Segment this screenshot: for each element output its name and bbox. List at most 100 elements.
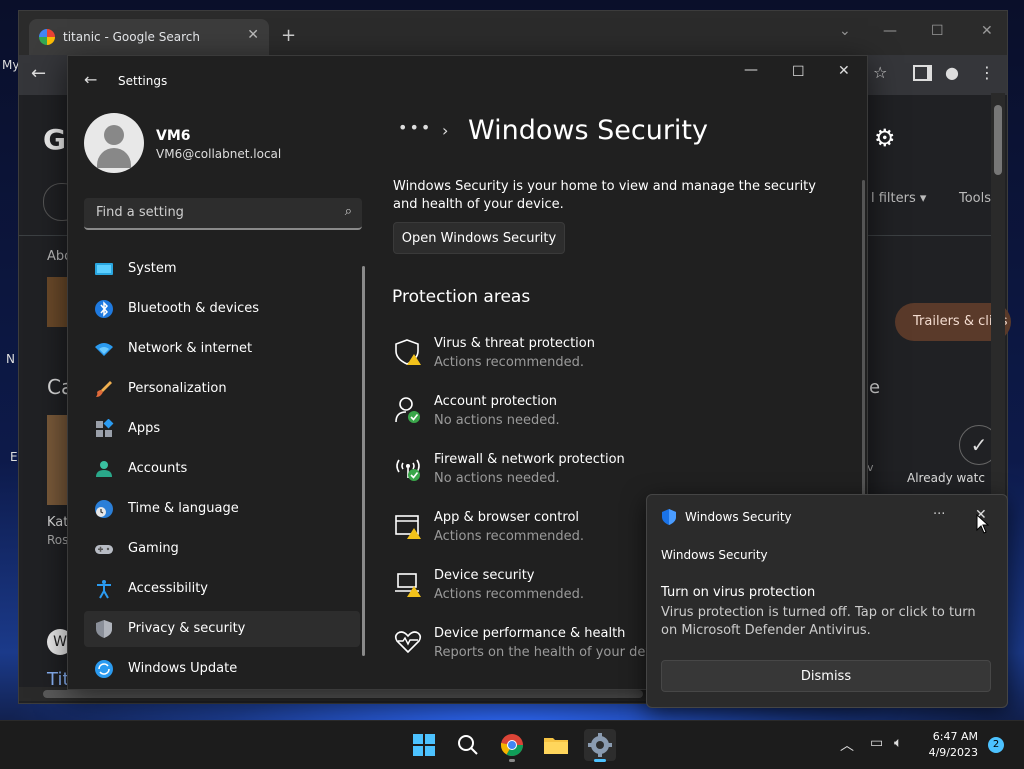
search-input[interactable]	[94, 204, 328, 221]
running-indicator	[509, 759, 515, 762]
sidebar-item-gaming[interactable]: Gaming	[84, 531, 360, 567]
settings-close-icon[interactable]: ✕	[838, 63, 850, 79]
page-title: Windows Security	[468, 115, 708, 146]
toast-body: Virus protection is turned off. Tap or c…	[661, 605, 976, 638]
bookmark-star-icon[interactable]: ☆	[873, 63, 887, 82]
area-status: No actions needed.	[434, 471, 560, 486]
tab-close-icon[interactable]: ✕	[247, 27, 259, 43]
cast-role: Ros	[47, 533, 69, 547]
cast-thumbnail[interactable]	[47, 415, 69, 505]
browser-tab[interactable]: titanic - Google Search ✕	[29, 19, 269, 55]
area-title: Device performance & health	[434, 626, 626, 641]
sidebar-item-label: Apps	[128, 421, 161, 436]
taskbar-settings-button[interactable]	[584, 729, 616, 762]
breadcrumb-overflow-button[interactable]: •••	[398, 118, 432, 137]
browser-back-icon[interactable]: ←	[31, 63, 46, 84]
area-title: Virus & threat protection	[434, 336, 595, 351]
sidebar-item-personalization[interactable]: Personalization	[84, 371, 360, 407]
sidebar-item-system[interactable]: System	[84, 251, 360, 287]
settings-title: Settings	[118, 74, 168, 88]
taskbar-explorer-button[interactable]	[540, 729, 572, 761]
protection-area-virus[interactable]: Virus & threat protection Actions recomm…	[392, 336, 812, 386]
open-windows-security-button[interactable]: Open Windows Security	[393, 222, 565, 254]
sidebar-item-network[interactable]: Network & internet	[84, 331, 360, 367]
taskbar-search-button[interactable]	[452, 729, 484, 761]
dismiss-button[interactable]: Dismiss	[661, 660, 991, 692]
browser-menu-icon[interactable]: ⋮	[979, 63, 995, 82]
protection-area-account[interactable]: Account protection No actions needed.	[392, 394, 812, 444]
breadcrumb-chevron-icon: ›	[442, 121, 449, 140]
sidebar-item-time-language[interactable]: Time & language	[84, 491, 360, 527]
result-thumbnail[interactable]	[47, 277, 69, 327]
virus-shield-warning-icon	[395, 339, 421, 365]
new-tab-button[interactable]: +	[281, 25, 296, 46]
active-indicator	[594, 759, 606, 762]
gamepad-icon	[95, 545, 113, 554]
sidebar-item-privacy-security[interactable]: Privacy & security	[84, 611, 360, 647]
notification-toast[interactable]: Windows Security ··· ✕ Windows Security …	[646, 494, 1008, 708]
taskbar-chrome-button[interactable]	[496, 729, 528, 762]
avatar-body	[97, 148, 131, 168]
sidebar-item-label: Gaming	[128, 541, 179, 556]
sidebar-item-bluetooth[interactable]: Bluetooth & devices	[84, 291, 360, 327]
tools-button[interactable]: Tools	[959, 191, 991, 206]
sidebar-item-label: Bluetooth & devices	[128, 301, 259, 316]
profile-icon[interactable]: ●	[945, 63, 959, 82]
sidebar-item-label: Personalization	[128, 381, 227, 396]
volume-icon[interactable]: 🔈︎	[894, 735, 902, 751]
heart-icon	[394, 631, 422, 654]
page-description: Windows Security is your home to view an…	[393, 179, 816, 212]
toast-more-icon[interactable]: ···	[933, 507, 945, 522]
accessibility-icon	[97, 580, 111, 599]
settings-minimize-icon[interactable]: —	[744, 62, 758, 78]
wifi-icon	[95, 343, 113, 356]
search-icon	[458, 735, 478, 755]
browser-maximize-icon[interactable]: ☐	[931, 23, 944, 39]
account-check-icon	[395, 397, 420, 423]
notification-badge[interactable]: 2	[988, 737, 1004, 753]
area-status: Actions recommended.	[434, 355, 584, 370]
all-filters-button[interactable]: l filters ▾	[871, 191, 926, 206]
side-panel-icon[interactable]	[913, 65, 932, 81]
user-email: VM6@collabnet.local	[156, 147, 282, 161]
settings-maximize-icon[interactable]: ☐	[792, 64, 805, 80]
device-warning-icon	[395, 573, 421, 597]
area-title: Device security	[434, 568, 535, 583]
start-button[interactable]	[408, 729, 440, 761]
clock-date: 4/9/2023	[928, 746, 978, 759]
brush-icon	[96, 381, 112, 397]
settings-search-box[interactable]: ⌕	[84, 198, 362, 230]
browser-scrollbar-thumb[interactable]	[994, 105, 1002, 175]
search-icon[interactable]: ⌕	[345, 204, 352, 219]
system-clock[interactable]: 6:47 AM 4/9/2023	[928, 729, 978, 761]
avatar[interactable]	[84, 113, 144, 173]
sidebar-item-label: Time & language	[128, 501, 239, 516]
browser-hscrollbar-thumb[interactable]	[43, 690, 643, 698]
area-title: App & browser control	[434, 510, 580, 525]
toast-subtitle: Windows Security	[661, 548, 768, 562]
browser-minimize-icon[interactable]: —	[883, 23, 897, 39]
nav-scrollbar[interactable]	[362, 266, 365, 656]
bluetooth-icon	[95, 300, 113, 318]
tray-overflow-chevron-icon[interactable]: ︿	[840, 735, 854, 755]
desktop-label-1: My	[2, 58, 20, 72]
already-watched-label: Already watc	[907, 471, 985, 485]
windows-security-shield-icon	[662, 509, 676, 525]
browser-close-icon[interactable]: ✕	[981, 23, 993, 39]
google-logo[interactable]: G	[43, 123, 66, 156]
google-settings-gear-icon[interactable]: ⚙	[874, 124, 896, 152]
sidebar-item-windows-update[interactable]: Windows Update	[84, 651, 360, 687]
settings-back-icon[interactable]: ←	[84, 70, 97, 89]
settings-gear-icon	[588, 733, 612, 757]
folder-icon	[544, 738, 568, 754]
clock-time: 6:47 AM	[932, 730, 978, 743]
network-icon[interactable]: ▭	[870, 735, 883, 751]
section-title: Protection areas	[392, 287, 531, 307]
browser-tabbar: titanic - Google Search ✕ + ⌄ — ☐ ✕	[19, 11, 1007, 55]
sidebar-item-accessibility[interactable]: Accessibility	[84, 571, 360, 607]
tab-search-icon[interactable]: ⌄	[839, 23, 851, 39]
sidebar-item-accounts[interactable]: Accounts	[84, 451, 360, 487]
sidebar-item-label: Privacy & security	[128, 621, 246, 636]
sidebar-item-apps[interactable]: Apps	[84, 411, 360, 447]
clock-globe-icon	[95, 500, 113, 518]
